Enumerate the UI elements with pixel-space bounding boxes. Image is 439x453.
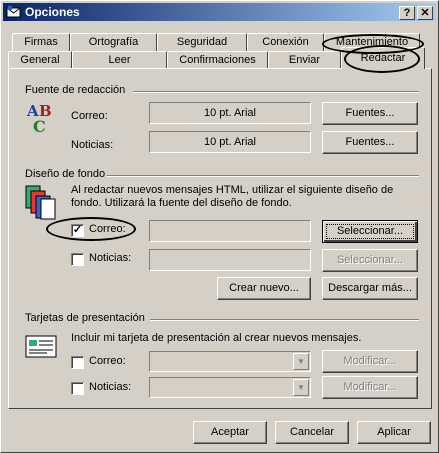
font-news-value: 10 pt. Arial bbox=[149, 131, 311, 153]
business-card-news-label[interactable]: Noticias: bbox=[89, 381, 131, 393]
business-card-description: Incluir mi tarjeta de presentación al cr… bbox=[71, 332, 362, 344]
stationery-mail-label[interactable]: Correo: bbox=[89, 223, 126, 235]
stationery-news-value bbox=[149, 249, 311, 271]
font-section-divider bbox=[133, 91, 419, 93]
stationery-news-checkbox[interactable] bbox=[71, 253, 84, 266]
stationery-section-title: Diseño de fondo bbox=[25, 168, 106, 180]
close-button[interactable]: ✕ bbox=[417, 6, 433, 20]
download-more-button[interactable]: Descargar más... bbox=[322, 277, 418, 300]
tab-firmas[interactable]: Firmas bbox=[12, 33, 70, 51]
focus-rectangle bbox=[326, 224, 414, 239]
create-new-stationery-button[interactable]: Crear nuevo... bbox=[217, 277, 311, 300]
tab-leer[interactable]: Leer bbox=[72, 51, 167, 69]
stationery-news-label[interactable]: Noticias: bbox=[89, 252, 131, 264]
tab-redactar[interactable]: Redactar bbox=[341, 47, 425, 69]
tab-conexion[interactable]: Conexión bbox=[247, 33, 324, 51]
select-stationery-mail-button[interactable]: Seleccionar... bbox=[322, 220, 418, 243]
font-abc-icon: A B C bbox=[26, 102, 52, 136]
business-card-news-checkbox[interactable] bbox=[71, 382, 84, 395]
font-section-title: Fuente de redacción bbox=[25, 84, 126, 96]
outlook-express-icon bbox=[6, 5, 21, 18]
font-news-label: Noticias: bbox=[71, 139, 114, 151]
title-bar[interactable]: Opciones ? ✕ bbox=[3, 3, 436, 21]
business-card-icon bbox=[25, 335, 57, 358]
chevron-down-icon[interactable]: ▼ bbox=[293, 353, 309, 370]
options-dialog: Opciones ? ✕ Firmas Ortografía Seguridad… bbox=[0, 0, 439, 453]
business-card-section-divider bbox=[150, 319, 419, 321]
modify-card-news-button[interactable]: Modificar... bbox=[322, 376, 418, 399]
font-mail-label: Correo: bbox=[71, 110, 108, 122]
select-stationery-news-button[interactable]: Seleccionar... bbox=[322, 249, 418, 272]
help-button[interactable]: ? bbox=[399, 6, 415, 20]
tab-general[interactable]: General bbox=[8, 51, 72, 69]
redactar-panel: Fuente de redacción A B C Correo: 10 pt.… bbox=[8, 68, 432, 409]
stationery-icon bbox=[25, 185, 56, 220]
window-title: Opciones bbox=[25, 5, 80, 19]
stationery-mail-value bbox=[149, 220, 311, 242]
fonts-news-button[interactable]: Fuentes... bbox=[322, 131, 418, 154]
font-mail-value: 10 pt. Arial bbox=[149, 102, 311, 124]
stationery-mail-checkbox[interactable]: ✓ bbox=[71, 224, 84, 237]
business-card-news-combo[interactable]: ▼ bbox=[149, 377, 311, 398]
icon-letter-c: C bbox=[33, 117, 46, 136]
business-card-mail-label[interactable]: Correo: bbox=[89, 355, 126, 367]
tab-ortografia[interactable]: Ortografía bbox=[70, 33, 157, 51]
accept-button[interactable]: Aceptar bbox=[193, 421, 267, 444]
modify-card-mail-button[interactable]: Modificar... bbox=[322, 350, 418, 373]
tab-confirmaciones[interactable]: Confirmaciones bbox=[167, 51, 268, 69]
stationery-section-divider bbox=[107, 175, 419, 177]
stationery-description: Al redactar nuevos mensajes HTML, utiliz… bbox=[71, 184, 394, 209]
business-card-section-title: Tarjetas de presentación bbox=[25, 312, 145, 324]
business-card-mail-combo[interactable]: ▼ bbox=[149, 351, 311, 372]
fonts-mail-button[interactable]: Fuentes... bbox=[322, 102, 418, 125]
apply-button[interactable]: Aplicar bbox=[357, 421, 431, 444]
tab-enviar[interactable]: Enviar bbox=[268, 51, 341, 69]
cancel-button[interactable]: Cancelar bbox=[275, 421, 349, 444]
chevron-down-icon[interactable]: ▼ bbox=[293, 379, 309, 396]
business-card-mail-checkbox[interactable] bbox=[71, 356, 84, 369]
tab-seguridad[interactable]: Seguridad bbox=[157, 33, 247, 51]
